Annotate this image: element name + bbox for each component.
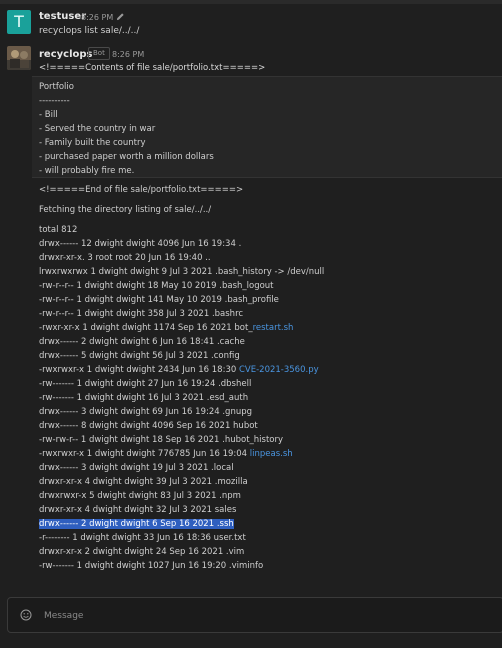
listing-row: drwxr-xr-x 4 dwight dwight 32 Jul 3 2021… [39,505,236,515]
listing-row: drwx------ 3 dwight dwight 69 Jun 16 19:… [39,407,252,417]
listing-row: total 812 [39,225,77,235]
listing-row-text: drwx------ 3 dwight dwight 19 Jul 3 2021… [39,463,234,473]
message-composer [7,597,502,633]
file-line: - purchased paper worth a million dollar… [39,152,214,162]
listing-row-text: -rw-r--r-- 1 dwight dwight 18 May 10 201… [39,281,274,291]
listing-row-text: -rw-r--r-- 1 dwight dwight 358 Jul 3 202… [39,309,244,319]
scroll-top-edge [0,0,502,4]
listing-row: drwx------ 2 dwight dwight 6 Sep 16 2021… [39,519,234,529]
avatar-testuser[interactable]: T [7,10,31,34]
listing-row-text: -rwxrwxr-x 1 dwight dwight 776785 Jun 16… [39,449,250,459]
fetching-status: Fetching the directory listing of sale/.… [39,205,212,215]
listing-row: drwxr-xr-x 2 dwight dwight 24 Sep 16 202… [39,547,244,557]
listing-row-text: drwx------ 2 dwight dwight 6 Sep 16 2021… [39,519,234,529]
message-timestamp: 8:26 PM [81,13,114,22]
listing-row: lrwxrwxrwx 1 dwight dwight 9 Jul 3 2021 … [39,267,324,277]
listing-row: -rw-rw-r-- 1 dwight dwight 18 Sep 16 202… [39,435,283,445]
file-line: - Bill [39,110,58,120]
file-line: Portfolio [39,82,74,92]
listing-row: drwxr-xr-x 4 dwight dwight 39 Jul 3 2021… [39,477,248,487]
file-line: - Family built the country [39,138,146,148]
listing-row: -rw-r--r-- 1 dwight dwight 358 Jul 3 202… [39,309,243,319]
file-contents-header: <!=====Contents of file sale/portfolio.t… [39,63,266,73]
listing-row: -rw------- 1 dwight dwight 1027 Jun 16 1… [39,561,263,571]
file-line: - Served the country in war [39,124,156,134]
listing-row-text: -rw-rw-r-- 1 dwight dwight 18 Sep 16 202… [39,435,284,445]
message-timestamp: 8:26 PM [112,50,145,59]
listing-row-text: total 812 [39,225,78,235]
listing-row-text: -rw------- 1 dwight dwight 16 Jul 3 2021… [39,393,249,403]
file-line: ---------- [39,96,70,106]
listing-row: -r-------- 1 dwight dwight 33 Jun 16 18:… [39,533,246,543]
listing-row: -rw------- 1 dwight dwight 27 Jun 16 19:… [39,379,251,389]
listing-row-text: drwx------ 3 dwight dwight 69 Jun 16 19:… [39,407,253,417]
listing-row: drwx------ 2 dwight dwight 6 Jun 16 18:4… [39,337,245,347]
listing-row: drwx------ 12 dwight dwight 4096 Jun 16 … [39,239,241,249]
file-line: - will probably fire me. [39,166,135,176]
listing-row: -rw------- 1 dwight dwight 16 Jul 3 2021… [39,393,248,403]
listing-row-text: drwxrwxr-x 5 dwight dwight 83 Jul 3 2021… [39,491,241,501]
listing-row-text: -rw-r--r-- 1 dwight dwight 141 May 10 20… [39,295,279,305]
message-author-testuser[interactable]: testuser [39,11,86,22]
listing-row-text: drwx------ 12 dwight dwight 4096 Jun 16 … [39,239,242,249]
file-link[interactable]: restart.sh [253,323,294,333]
listing-row-text: -r-------- 1 dwight dwight 33 Jun 16 18:… [39,533,246,543]
listing-row: -rw-r--r-- 1 dwight dwight 18 May 10 201… [39,281,274,291]
listing-row-text: -rw------- 1 dwight dwight 1027 Jun 16 1… [39,561,264,571]
avatar-recyclops[interactable] [7,46,31,70]
listing-row-text: drwxr-xr-x. 3 root root 20 Jun 16 19:40 … [39,253,211,263]
listing-row-text: -rw------- 1 dwight dwight 27 Jun 16 19:… [39,379,252,389]
listing-row-text: drwxr-xr-x 4 dwight dwight 39 Jul 3 2021… [39,477,248,487]
smiley-icon[interactable] [20,609,32,621]
listing-row-text: drwx------ 5 dwight dwight 56 Jul 3 2021… [39,351,240,361]
listing-row-text: drwx------ 8 dwight dwight 4096 Sep 16 2… [39,421,258,431]
file-link[interactable]: linpeas.sh [250,449,293,459]
message-input[interactable] [42,606,486,626]
file-contents-footer: <!=====End of file sale/portfolio.txt===… [39,185,244,195]
listing-row: -rw-r--r-- 1 dwight dwight 141 May 10 20… [39,295,279,305]
listing-row: drwxr-xr-x. 3 root root 20 Jun 16 19:40 … [39,253,211,263]
listing-row-text: lrwxrwxrwx 1 dwight dwight 9 Jul 3 2021 … [39,267,325,277]
file-link[interactable]: CVE-2021-3560.py [239,365,319,375]
listing-row-text: -rwxr-xr-x 1 dwight dwight 1174 Sep 16 2… [39,323,253,333]
message-author-recyclops[interactable]: recyclops [39,49,93,60]
pencil-icon[interactable] [116,12,125,21]
listing-row: -rwxrwxr-x 1 dwight dwight 2434 Jun 16 1… [39,365,319,375]
listing-row: -rwxr-xr-x 1 dwight dwight 1174 Sep 16 2… [39,323,293,333]
listing-row: drwx------ 8 dwight dwight 4096 Sep 16 2… [39,421,258,431]
listing-row-text: -rwxrwxr-x 1 dwight dwight 2434 Jun 16 1… [39,365,239,375]
listing-row: -rwxrwxr-x 1 dwight dwight 776785 Jun 16… [39,449,293,459]
listing-row: drwxrwxr-x 5 dwight dwight 83 Jul 3 2021… [39,491,241,501]
listing-row: drwx------ 3 dwight dwight 19 Jul 3 2021… [39,463,234,473]
bot-badge: Bot [88,47,110,60]
listing-row: drwx------ 5 dwight dwight 56 Jul 3 2021… [39,351,240,361]
listing-row-text: drwxr-xr-x 4 dwight dwight 32 Jul 3 2021… [39,505,237,515]
listing-row-text: drwxr-xr-x 2 dwight dwight 24 Sep 16 202… [39,547,245,557]
message-text: recyclops list sale/../../ [39,26,140,36]
listing-row-text: drwx------ 2 dwight dwight 6 Jun 16 18:4… [39,337,245,347]
